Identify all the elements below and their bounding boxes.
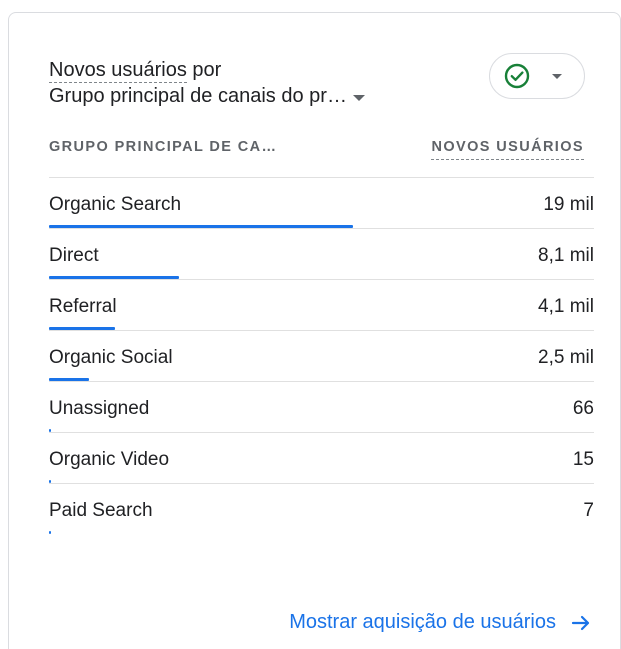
table-row: Referral 4,1 mil xyxy=(49,279,594,330)
column-header-metric[interactable]: NOVOS USUÁRIOS xyxy=(431,139,584,160)
dimension-selector-label: Grupo principal de canais do pr… xyxy=(49,85,347,107)
column-header-dimension: GRUPO PRINCIPAL DE CA… xyxy=(49,139,278,155)
show-user-acquisition-link[interactable]: Mostrar aquisição de usuários xyxy=(289,611,592,634)
row-share-bar xyxy=(49,531,51,534)
row-label: Organic Video xyxy=(49,449,170,470)
row-label: Organic Social xyxy=(49,347,173,368)
row-value: 8,1 mil xyxy=(538,245,594,266)
row-label: Paid Search xyxy=(49,500,153,521)
row-label: Direct xyxy=(49,245,99,266)
row-label: Referral xyxy=(49,296,117,317)
table-row: Unassigned 66 xyxy=(49,381,594,432)
row-value: 4,1 mil xyxy=(538,296,594,317)
check-circle-icon xyxy=(504,63,530,89)
channel-table: Organic Search 19 mil Direct 8,1 mil Referra… xyxy=(49,177,594,534)
metric-name[interactable]: Novos usuários xyxy=(49,59,187,83)
chevron-down-icon xyxy=(552,73,562,79)
row-label: Unassigned xyxy=(49,398,150,419)
dropdown-caret-icon xyxy=(352,94,365,101)
dimension-selector[interactable]: Grupo principal de canais do pr… xyxy=(49,83,365,109)
table-row: Paid Search 7 xyxy=(49,483,594,534)
row-value: 15 xyxy=(572,449,594,470)
show-user-acquisition-label: Mostrar aquisição de usuários xyxy=(289,611,556,633)
row-value: 7 xyxy=(583,500,594,521)
row-value: 66 xyxy=(572,398,594,419)
table-row: Direct 8,1 mil xyxy=(49,228,594,279)
new-users-card: Novos usuários por Grupo principal de ca… xyxy=(8,12,621,649)
row-value: 2,5 mil xyxy=(538,347,594,368)
row-value: 19 mil xyxy=(543,194,594,215)
table-row: Organic Video 15 xyxy=(49,432,594,483)
arrow-right-icon xyxy=(571,615,590,630)
table-row: Organic Social 2,5 mil xyxy=(49,330,594,381)
title-by-word: por xyxy=(186,59,222,81)
title-metric-line: Novos usuários por xyxy=(49,57,365,83)
row-label: Organic Search xyxy=(49,194,182,215)
data-quality-status-button[interactable] xyxy=(489,53,585,99)
table-row: Organic Search 19 mil xyxy=(49,177,594,228)
card-title: Novos usuários por Grupo principal de ca… xyxy=(49,57,365,109)
